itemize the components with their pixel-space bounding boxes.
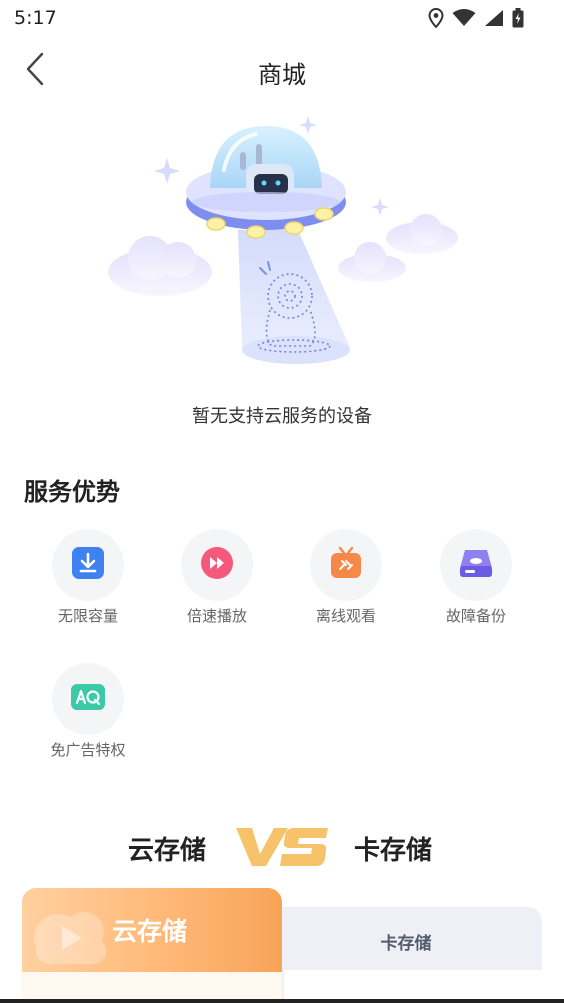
storage-drive-icon — [458, 546, 494, 584]
feature-label: 无限容量 — [57, 607, 118, 625]
compare-left-label: 云存储 — [128, 836, 207, 866]
feature-speed-playback[interactable]: 倍速播放 — [162, 529, 272, 629]
feature-icon-circle — [440, 529, 512, 601]
feature-icon-circle — [52, 663, 124, 735]
bottom-edge — [0, 999, 564, 1003]
tab-cloud-storage[interactable]: 云存储 — [22, 888, 282, 972]
feature-label: 倍速播放 — [186, 607, 247, 625]
status-bar: 5:17 — [0, 0, 564, 38]
page-title: 商城 — [258, 61, 306, 89]
cloud-play-icon — [26, 894, 116, 972]
feature-ad-free[interactable]: 免广告特权 — [33, 663, 143, 763]
tab-cloud-storage-label: 云存储 — [112, 917, 188, 946]
status-icons — [428, 7, 524, 32]
comparison-header: 云存储 卡存储 — [0, 820, 564, 880]
nav-bar: 商城 — [0, 44, 564, 98]
feature-label: 离线观看 — [315, 607, 376, 625]
offline-tv-icon — [329, 546, 363, 584]
battery-charging-icon — [512, 8, 524, 32]
feature-icon-circle — [310, 529, 382, 601]
signal-icon — [484, 9, 504, 31]
feature-unlimited-capacity[interactable]: 无限容量 — [33, 529, 143, 629]
feature-icon-circle — [52, 529, 124, 601]
no-ad-icon — [70, 682, 106, 716]
empty-state-illustration — [100, 110, 464, 370]
tab-card-storage-label: 卡存储 — [380, 934, 432, 954]
feature-icon-circle — [181, 529, 253, 601]
compare-right-label: 卡存储 — [354, 836, 433, 866]
fast-forward-icon — [200, 546, 234, 584]
feature-label: 故障备份 — [445, 607, 506, 625]
empty-state-message: 暂无支持云服务的设备 — [192, 406, 372, 427]
feature-fault-backup[interactable]: 故障备份 — [421, 529, 531, 629]
feature-offline-viewing[interactable]: 离线观看 — [291, 529, 401, 629]
section-title-services: 服务优势 — [24, 478, 120, 506]
status-time: 5:17 — [14, 7, 57, 29]
download-icon — [71, 546, 105, 584]
vs-graphic — [232, 824, 332, 874]
wifi-icon — [452, 9, 476, 31]
feature-label: 免广告特权 — [50, 741, 126, 759]
location-icon — [428, 7, 444, 32]
